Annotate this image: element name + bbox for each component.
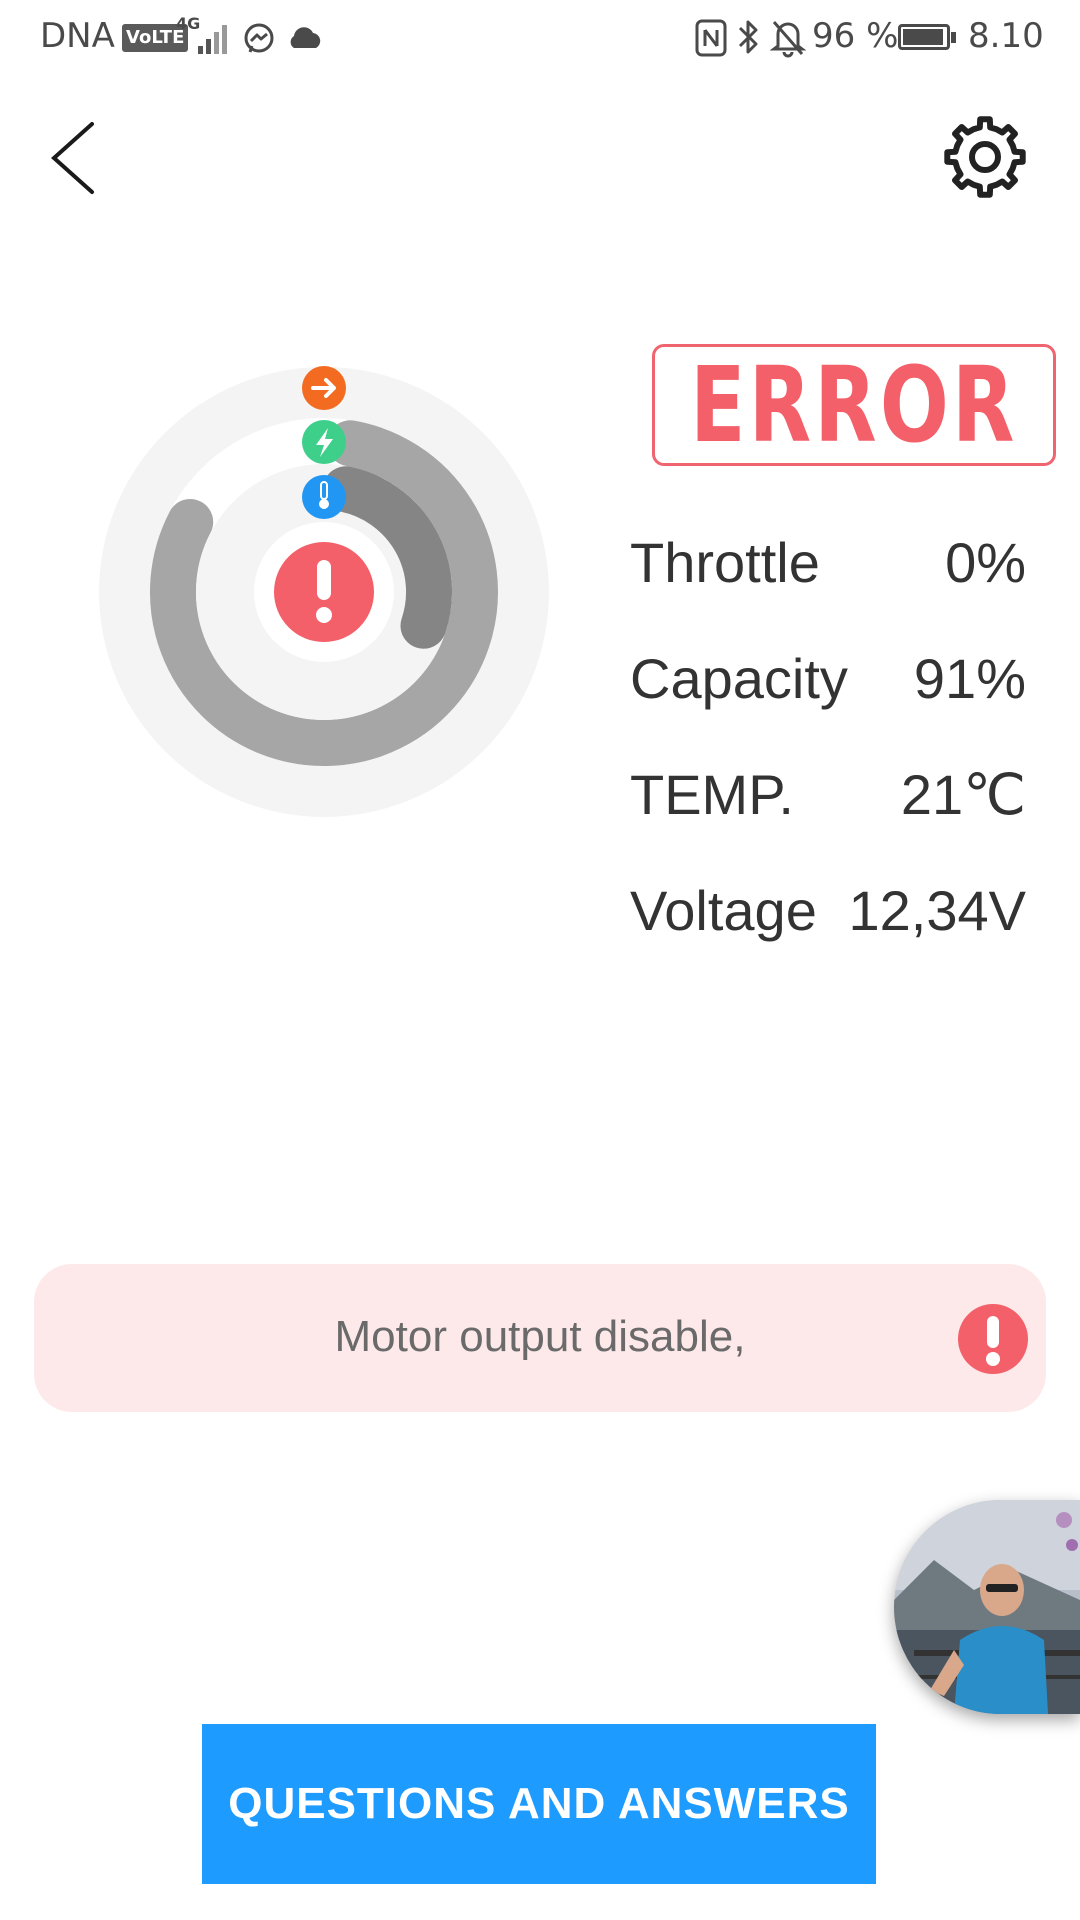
stat-row-temp: TEMP. 21℃ [630,762,1026,842]
notice-text: Motor output disable, [334,1312,746,1361]
stat-row-capacity: Capacity 91% [630,646,1026,726]
stat-row-voltage: Voltage 12,34V [630,878,1026,958]
stat-value: 0% [945,531,1026,594]
gear-icon [944,116,1026,198]
stat-value: 21℃ [900,763,1026,826]
stat-label: Throttle [630,531,820,594]
chevron-left-icon [51,122,94,194]
lightning-icon [302,420,346,464]
signal-icon [198,25,227,54]
questions-and-answers-button[interactable]: QUESTIONS AND ANSWERS [202,1724,876,1884]
status-bar: DNA VoLTE 4G 96 % 8.10 [0,0,1080,76]
error-status-badge: ERROR [652,344,1056,466]
error-notice[interactable]: Motor output disable, [34,1264,1046,1412]
stat-row-throttle: Throttle 0% [630,530,1026,610]
clock: 8.10 [968,16,1044,56]
stat-label: Voltage [630,879,817,942]
alert-icon [958,1304,1028,1374]
mute-icon [770,21,806,58]
nfc-icon [695,19,727,57]
settings-button[interactable] [940,112,1030,202]
cloud-icon [290,27,321,48]
battery-percent: 96 % [812,16,899,56]
bluetooth-icon [738,20,758,54]
stat-value: 91% [913,647,1026,710]
battery-fill [903,29,943,45]
battery-icon [898,24,950,50]
back-button[interactable] [40,110,110,206]
status-label: ERROR [690,344,1018,466]
avatar-photo [894,1500,1080,1714]
stat-label: Capacity [630,647,848,710]
stat-value: 12,34V [848,879,1027,942]
battery-tip [951,32,956,43]
stat-label: TEMP. [630,763,794,826]
floating-avatar[interactable] [894,1500,1080,1714]
carrier-label: DNA [40,16,115,56]
thermometer-icon [302,475,346,519]
status-gauge [99,366,549,817]
alert-icon [274,542,374,642]
arrow-right-icon [302,366,346,410]
messenger-icon [244,23,274,53]
